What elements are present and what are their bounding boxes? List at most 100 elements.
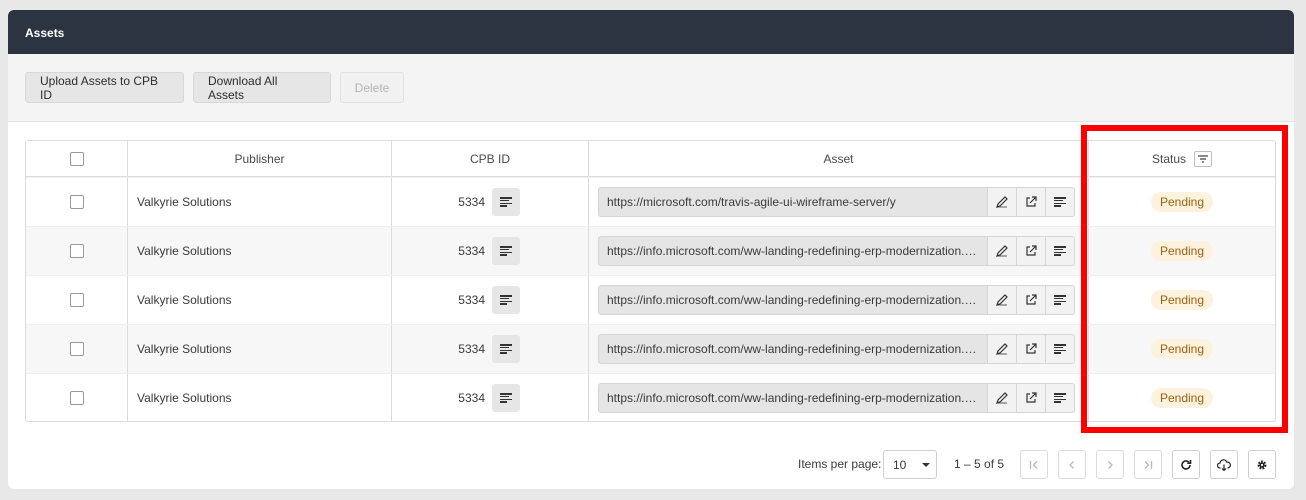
publisher-cell: Valkyrie Solutions [128,325,392,373]
copy-cpb-id-button[interactable] [492,286,520,314]
status-badge: Pending [1150,192,1214,212]
upload-assets-button[interactable]: Upload Assets to CPB ID [25,72,184,103]
cpb-id-value: 5334 [458,293,485,307]
pencil-icon [996,343,1009,355]
edit-url-button[interactable] [988,187,1018,217]
copy-cpb-id-button[interactable] [492,188,520,216]
edit-url-button[interactable] [988,236,1018,266]
status-badge: Pending [1150,339,1214,359]
status-cell: Pending [1089,276,1275,324]
row-checkbox[interactable] [69,244,84,258]
asset-url-text: https://info.microsoft.com/ww-landing-re… [607,244,980,258]
select-all-checkbox[interactable] [69,151,84,166]
cpb-id-column-header[interactable]: CPB ID [392,141,589,176]
edit-url-button[interactable] [988,334,1018,364]
card-title: Assets [8,10,1294,54]
asset-cell: https://info.microsoft.com/ww-landing-re… [589,374,1089,421]
status-cell: Pending [1089,374,1275,421]
cpb-id-value: 5334 [458,391,485,405]
asset-cell: https://info.microsoft.com/ww-landing-re… [589,325,1089,373]
row-checkbox[interactable] [69,342,84,356]
cpb-id-cell: 5334 [392,276,589,324]
asset-url-text: https://info.microsoft.com/ww-landing-re… [607,293,980,307]
open-url-button[interactable] [1017,383,1047,413]
filter-icon[interactable] [1194,150,1213,167]
download-button[interactable] [1210,450,1238,479]
copy-url-button[interactable] [1046,236,1075,266]
lines-icon [500,197,512,207]
items-per-page-label: Items per page: [798,457,882,471]
asset-url-field[interactable]: https://microsoft.com/travis-agile-ui-wi… [598,187,989,217]
row-check-cell [26,276,128,324]
pencil-icon [996,294,1009,306]
items-per-page-select[interactable]: 10 [883,450,937,479]
delete-button[interactable]: Delete [340,72,404,103]
copy-url-button[interactable] [1046,187,1075,217]
table-row: Valkyrie Solutions 5334 https://microsof… [26,177,1275,226]
cpb-id-value: 5334 [458,195,485,209]
chevron-down-icon [922,462,931,467]
asset-cell: https://microsoft.com/travis-agile-ui-wi… [589,178,1089,226]
pencil-icon [996,245,1009,257]
asset-url-group: https://info.microsoft.com/ww-landing-re… [598,334,1075,364]
status-column-header: Status [1089,141,1275,176]
table-row: Valkyrie Solutions 5334 https://info.mic… [26,226,1275,275]
open-url-button[interactable] [1017,334,1047,364]
cpb-id-value: 5334 [458,244,485,258]
asset-column-header[interactable]: Asset [589,141,1089,176]
asset-cell: https://info.microsoft.com/ww-landing-re… [589,276,1089,324]
copy-cpb-id-button[interactable] [492,237,520,265]
last-page-button[interactable] [1134,450,1162,479]
copy-url-button[interactable] [1046,285,1075,315]
asset-url-field[interactable]: https://info.microsoft.com/ww-landing-re… [598,236,989,266]
lines-icon [1054,393,1067,403]
first-page-icon [1029,460,1038,469]
refresh-icon [1181,459,1192,470]
previous-page-button[interactable] [1058,450,1086,479]
copy-url-button[interactable] [1046,334,1075,364]
publisher-cell: Valkyrie Solutions [128,276,392,324]
row-checkbox[interactable] [69,293,84,307]
download-all-assets-button[interactable]: Download All Assets [193,72,331,103]
edit-url-button[interactable] [988,383,1018,413]
cpb-id-cell: 5334 [392,374,589,421]
asset-url-field[interactable]: https://info.microsoft.com/ww-landing-re… [598,334,989,364]
first-page-button[interactable] [1020,450,1048,479]
status-cell: Pending [1089,227,1275,275]
lines-icon [500,393,512,403]
open-url-button[interactable] [1017,285,1047,315]
open-url-button[interactable] [1017,187,1047,217]
asset-url-group: https://info.microsoft.com/ww-landing-re… [598,236,1075,266]
open-url-button[interactable] [1017,236,1047,266]
settings-button[interactable] [1248,450,1276,479]
cpb-id-cell: 5334 [392,227,589,275]
status-badge: Pending [1150,241,1214,261]
chevron-left-icon [1069,460,1074,469]
external-link-icon [1026,294,1037,305]
publisher-column-header[interactable]: Publisher [128,141,392,176]
external-link-icon [1026,245,1037,256]
row-checkbox[interactable] [69,391,84,405]
header-check-cell [26,141,128,176]
asset-cell: https://info.microsoft.com/ww-landing-re… [589,227,1089,275]
status-badge: Pending [1150,290,1214,310]
row-check-cell [26,374,128,421]
asset-url-field[interactable]: https://info.microsoft.com/ww-landing-re… [598,285,989,315]
publisher-cell: Valkyrie Solutions [128,227,392,275]
row-checkbox[interactable] [69,195,84,209]
asset-url-field[interactable]: https://info.microsoft.com/ww-landing-re… [598,383,989,413]
copy-cpb-id-button[interactable] [492,335,520,363]
copy-cpb-id-button[interactable] [492,384,520,412]
cpb-id-value: 5334 [458,342,485,356]
asset-url-group: https://info.microsoft.com/ww-landing-re… [598,383,1075,413]
next-page-button[interactable] [1096,450,1124,479]
refresh-button[interactable] [1172,450,1200,479]
items-per-page-value: 10 [893,457,907,472]
asset-url-text: https://microsoft.com/travis-agile-ui-wi… [607,195,896,209]
edit-url-button[interactable] [988,285,1018,315]
cpb-id-cell: 5334 [392,325,589,373]
table-row: Valkyrie Solutions 5334 https://info.mic… [26,324,1275,373]
copy-url-button[interactable] [1046,383,1075,413]
status-badge: Pending [1150,388,1214,408]
external-link-icon [1026,343,1037,354]
